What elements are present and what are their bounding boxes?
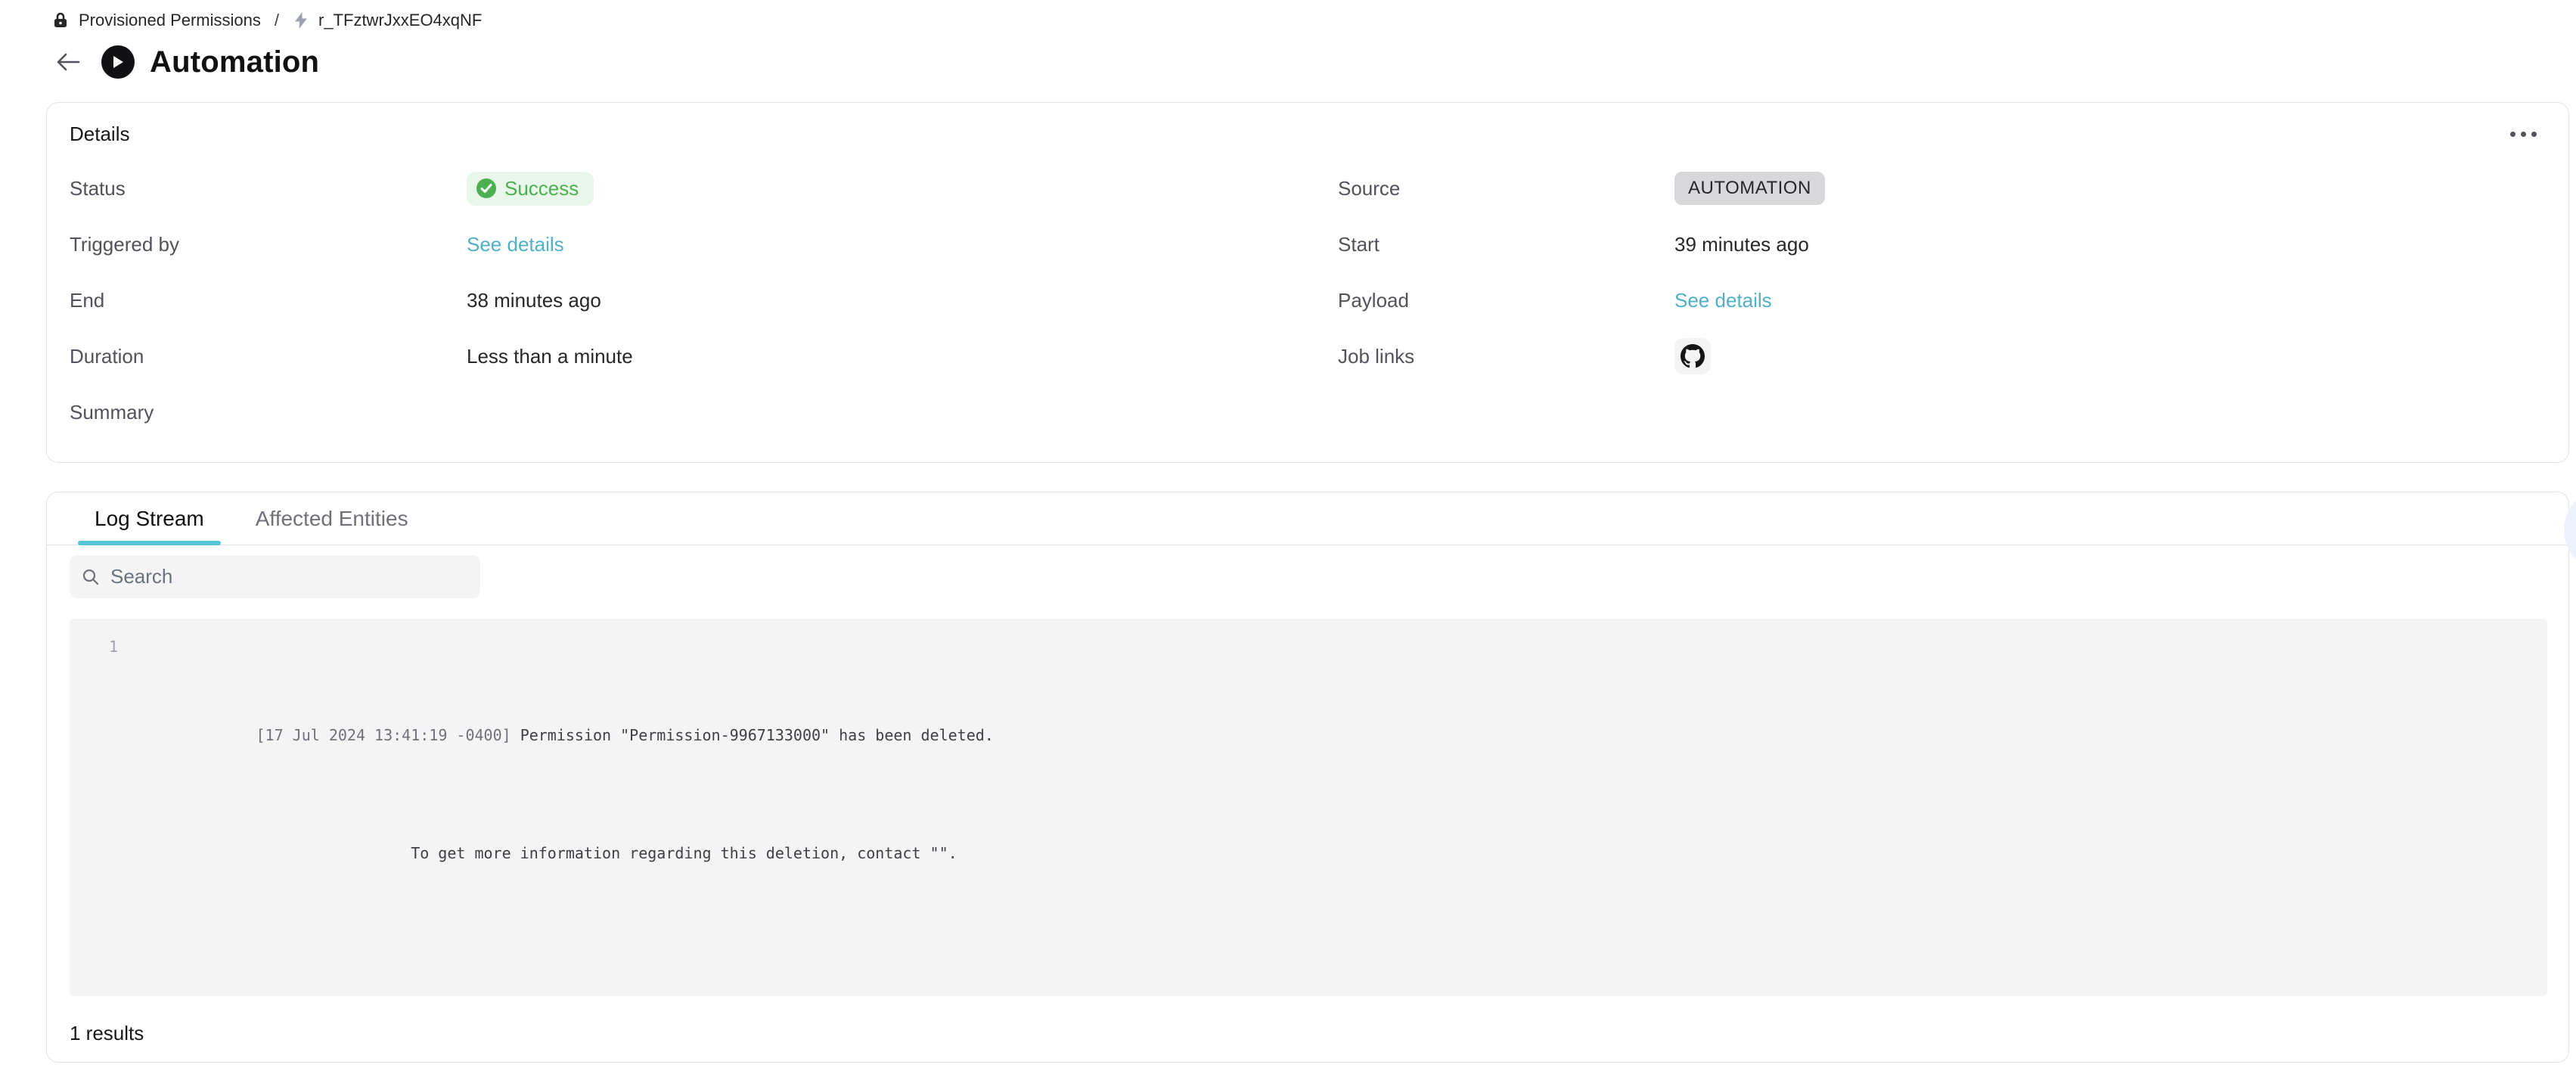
source-row: Source AUTOMATION: [1338, 160, 2518, 216]
bolt-icon: [293, 11, 309, 29]
triggered-by-label: Triggered by: [70, 233, 467, 256]
results-count: 1 results: [70, 1022, 144, 1045]
check-circle-icon: [476, 178, 497, 199]
duration-label: Duration: [70, 345, 467, 368]
start-value: 39 minutes ago: [1674, 233, 1809, 256]
play-icon: [101, 45, 135, 79]
log-panel[interactable]: 1 [17 Jul 2024 13:41:19 -0400] Permission…: [70, 619, 2547, 996]
triggered-by-see-details-link[interactable]: See details: [467, 233, 564, 256]
arrow-left-icon: [55, 51, 81, 73]
duration-value: Less than a minute: [467, 345, 633, 368]
breadcrumb-current: r_TFztwrJxxEO4xqNF: [318, 11, 482, 30]
title-row: Automation: [50, 44, 319, 80]
job-links-label: Job links: [1338, 345, 1674, 368]
details-card: Details Status Success Triggered: [46, 102, 2569, 463]
payload-label: Payload: [1338, 289, 1674, 312]
github-link-button[interactable]: [1674, 338, 1711, 374]
page: Provisioned Permissions / r_TFztwrJxxEO4…: [0, 0, 2576, 1077]
start-row: Start 39 minutes ago: [1338, 216, 2518, 272]
payload-row: Payload See details: [1338, 272, 2518, 328]
details-right-column: Source AUTOMATION Start 39 minutes ago P…: [1338, 160, 2518, 384]
log-line-content: [17 Jul 2024 13:41:19 -0400] Permission "…: [147, 632, 994, 927]
end-value: 38 minutes ago: [467, 289, 601, 312]
log-line-number: 1: [88, 632, 118, 927]
search-input[interactable]: [110, 565, 468, 588]
end-label: End: [70, 289, 467, 312]
source-badge: AUTOMATION: [1674, 172, 1825, 205]
tab-affected-entities[interactable]: Affected Entities: [239, 492, 425, 545]
details-left-column: Status Success Triggered by See details: [70, 160, 1280, 440]
github-icon: [1681, 344, 1705, 368]
search-icon: [82, 568, 100, 586]
log-timestamp: [17 Jul 2024 13:41:19 -0400]: [256, 726, 511, 744]
tab-bar: Log Stream Affected Entities: [47, 492, 2568, 545]
status-badge: Success: [467, 172, 594, 206]
breadcrumb-separator: /: [275, 11, 279, 30]
job-links-row: Job links: [1338, 328, 2518, 384]
log-message-continuation: To get more information regarding this d…: [411, 839, 994, 868]
summary-row: Summary: [70, 384, 1280, 440]
source-label: Source: [1338, 177, 1674, 200]
log-message: Permission "Permission-9967133000" has b…: [520, 726, 994, 744]
status-label: Status: [70, 177, 467, 200]
breadcrumb: Provisioned Permissions / r_TFztwrJxxEO4…: [51, 11, 482, 30]
tab-log-stream[interactable]: Log Stream: [78, 492, 221, 545]
start-label: Start: [1338, 233, 1674, 256]
lock-icon: [51, 11, 70, 29]
page-title: Automation: [150, 45, 319, 79]
triggered-by-row: Triggered by See details: [70, 216, 1280, 272]
status-value: Success: [504, 177, 579, 200]
duration-row: Duration Less than a minute: [70, 328, 1280, 384]
breadcrumb-root[interactable]: Provisioned Permissions: [79, 11, 261, 30]
search-box: [70, 555, 480, 598]
summary-label: Summary: [70, 401, 467, 424]
log-line: 1 [17 Jul 2024 13:41:19 -0400] Permission…: [88, 632, 2529, 927]
end-row: End 38 minutes ago: [70, 272, 1280, 328]
status-row: Status Success: [70, 160, 1280, 216]
ellipsis-icon[interactable]: [2504, 126, 2543, 143]
back-button[interactable]: [50, 44, 86, 80]
log-card: Log Stream Affected Entities 1 [17 Jul 2…: [46, 492, 2569, 1063]
payload-see-details-link[interactable]: See details: [1674, 289, 1772, 312]
details-heading: Details: [70, 123, 129, 146]
